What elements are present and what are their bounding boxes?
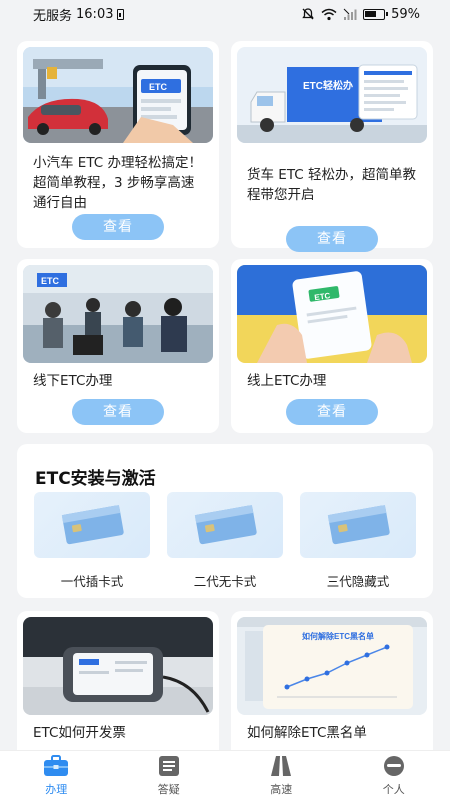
tab-handle[interactable]: 办理: [0, 751, 113, 800]
guide-card-blacklist[interactable]: 如何解除ETC黑名单 如何解除ETC黑名单: [231, 611, 433, 750]
thumb-etc-sign: ETC: [41, 276, 60, 286]
document-icon: [158, 755, 179, 776]
card-text: 小汽车 ETC 办理轻松搞定！超简单教程，3 步畅享高速通行自由: [33, 155, 202, 211]
etc-device-photo: [23, 617, 213, 715]
car-toll-etc-photo: ETC: [23, 47, 213, 143]
view-button[interactable]: 查看: [286, 399, 378, 425]
install-item-label: 二代无卡式: [193, 574, 257, 589]
etc-card-icon: [327, 505, 390, 545]
card-text: 货车 ETC 轻松办，超简单教程带您开启: [247, 167, 416, 203]
guide-card-online[interactable]: ETC 线上ETC办理 查看: [231, 259, 433, 433]
guide-card-truck[interactable]: ETC轻松办 货车 ETC 轻松办，超简单教程带您开启 查看: [231, 41, 433, 252]
install-item-label: 三代隐藏式: [326, 574, 390, 589]
etc-card-icon: [194, 505, 257, 545]
person-icon: [383, 755, 404, 776]
card-text: ETC如何开发票: [33, 725, 126, 741]
install-item-gen2[interactable]: [167, 492, 283, 558]
status-left: 无服务 16:03: [33, 5, 125, 24]
install-item-gen3[interactable]: [300, 492, 416, 558]
status-right: 59%: [301, 7, 420, 22]
guide-card-car[interactable]: ETC 小汽车 ETC 办理轻松搞定！超简单教程，3 步畅享高速通行自由 查看: [17, 41, 219, 248]
tab-label: 答疑: [157, 782, 180, 796]
main-content: ETC 小汽车 ETC 办理轻松搞定！超简单教程，3 步畅享高速通行自由 查看 …: [0, 28, 450, 750]
card-text: 如何解除ETC黑名单: [247, 725, 367, 741]
tab-qa[interactable]: 答疑: [113, 751, 226, 800]
guide-card-invoice[interactable]: ETC如何开发票: [17, 611, 219, 750]
install-section-title: ETC安装与激活: [35, 469, 156, 489]
mute-icon: [302, 8, 314, 20]
guide-card-offline[interactable]: ETC 线下ETC办理 查看: [17, 259, 219, 433]
briefcase-icon: [44, 754, 69, 776]
blacklist-chart-illustration: 如何解除ETC黑名单: [237, 617, 427, 715]
clock: 16:03: [76, 6, 114, 22]
card-text: 线下ETC办理: [33, 373, 113, 389]
install-item-gen1[interactable]: [34, 492, 150, 558]
status-bar: 无服务 16:03 59%: [0, 0, 450, 28]
install-item-label: 一代插卡式: [60, 574, 124, 589]
bottom-tab-bar: 办理 答疑 高速 个人: [0, 750, 450, 800]
thumb-truck-label: ETC轻松办: [303, 79, 353, 92]
highway-icon: [271, 755, 292, 776]
view-button[interactable]: 查看: [72, 399, 164, 425]
tab-highway[interactable]: 高速: [225, 751, 338, 800]
tab-label: 办理: [45, 782, 68, 796]
wifi-icon: [321, 8, 337, 20]
carrier-text: 无服务: [33, 8, 73, 24]
battery-percent: 59%: [391, 6, 420, 22]
online-etc-card-photo: ETC: [237, 265, 427, 363]
tab-label: 高速: [270, 782, 293, 796]
view-button[interactable]: 查看: [286, 226, 378, 252]
sim-icon: [117, 8, 125, 20]
tab-label: 个人: [382, 782, 405, 796]
signal-icon: [343, 8, 357, 20]
view-button[interactable]: 查看: [72, 214, 164, 240]
card-text: 线上ETC办理: [247, 373, 327, 389]
battery-icon: [363, 8, 389, 20]
etc-card-icon: [61, 505, 124, 545]
truck-etc-illustration: ETC轻松办: [237, 47, 427, 143]
thumb-etc-label: ETC: [149, 82, 168, 92]
tab-profile[interactable]: 个人: [338, 751, 450, 800]
offline-service-hall-photo: ETC: [23, 265, 213, 363]
chart-caption: 如何解除ETC黑名单: [302, 631, 374, 641]
install-section: ETC安装与激活 一代插卡式 二代无卡式 三代隐藏式: [17, 444, 433, 598]
